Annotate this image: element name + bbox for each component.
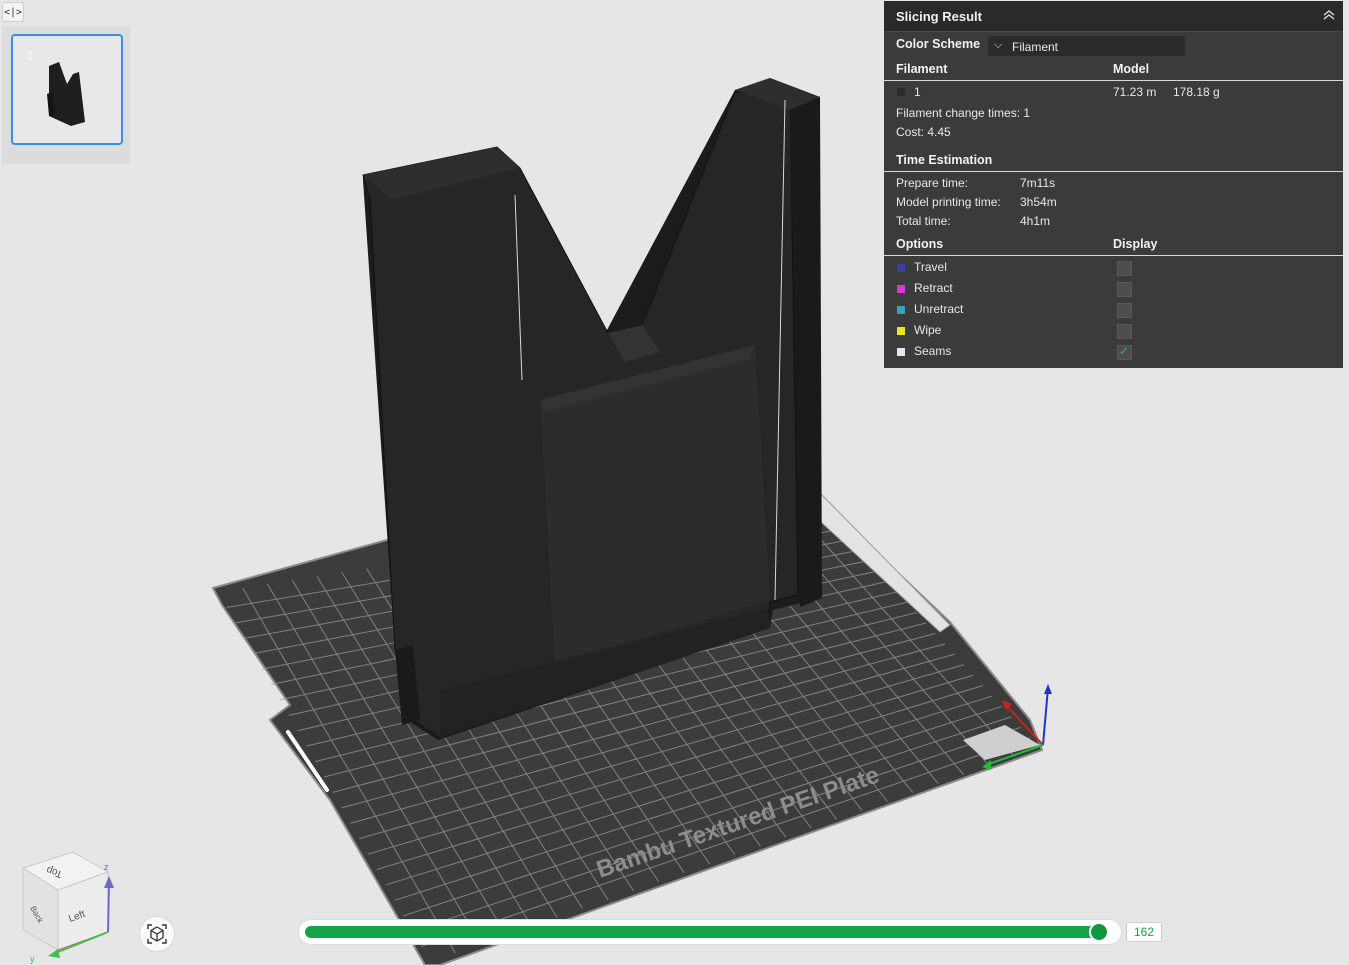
option-checkbox-unretract[interactable] — [1117, 303, 1132, 318]
filament-weight: 178.18 g — [1173, 85, 1220, 99]
layer-slider-fill — [305, 926, 1099, 938]
divider — [884, 171, 1343, 172]
model-printing-time-value: 3h54m — [1020, 195, 1057, 209]
time-estimation-header: Time Estimation — [896, 153, 993, 167]
option-color-swatch — [897, 327, 905, 335]
fit-view-icon — [147, 924, 167, 944]
fit-view-button[interactable] — [139, 916, 175, 952]
color-scheme-value: Filament — [1012, 40, 1059, 54]
model-header: Model — [1113, 62, 1150, 76]
option-color-swatch — [897, 306, 905, 314]
option-label-seams: Seams — [914, 344, 952, 358]
prepare-time-value: 7m11s — [1020, 176, 1056, 190]
option-color-swatch — [897, 348, 905, 356]
layer-value-label: 162 — [1126, 922, 1162, 942]
prepare-time-label: Prepare time: — [896, 176, 969, 190]
plate-thumbnail[interactable]: 1 — [11, 34, 123, 145]
sidebar-toggle-button[interactable]: <|> — [2, 2, 24, 22]
plate-thumbnail-list: 1 — [2, 26, 130, 164]
option-label-retract: Retract — [914, 281, 953, 295]
view-navigation-cube[interactable]: Top Back Left z y — [18, 850, 118, 965]
color-scheme-label: Color Scheme — [896, 37, 981, 51]
option-label-wipe: Wipe — [914, 323, 942, 337]
option-label-travel: Travel — [914, 260, 947, 274]
panel-title: Slicing Result — [896, 9, 982, 24]
panel-header: Slicing Result — [884, 1, 1343, 32]
option-checkbox-wipe[interactable] — [1117, 324, 1132, 339]
divider — [884, 80, 1343, 81]
option-checkbox-retract[interactable] — [1117, 282, 1132, 297]
filament-id: 1 — [914, 85, 921, 99]
collapse-icon[interactable] — [1321, 7, 1337, 23]
display-header: Display — [1113, 237, 1158, 251]
option-color-swatch — [897, 285, 905, 293]
filament-header: Filament — [896, 62, 948, 76]
total-time-label: Total time: — [896, 214, 951, 228]
navcube-y-label: y — [30, 954, 35, 964]
total-time-value: 4h1m — [1020, 214, 1051, 228]
option-checkbox-seams[interactable]: ✓ — [1117, 344, 1132, 360]
filament-color-swatch — [897, 88, 905, 96]
chevron-down-icon: ⌵ — [994, 39, 1003, 51]
layer-slider[interactable] — [299, 920, 1121, 944]
option-color-swatch — [897, 264, 905, 272]
model-printing-time-label: Model printing time: — [896, 195, 1001, 209]
option-label-unretract: Unretract — [914, 302, 964, 316]
plate-thumbnail-image — [47, 62, 85, 126]
slicing-result-panel: Slicing Result Color Scheme ⌵ Filament F… — [884, 1, 1343, 368]
navcube-z-label: z — [104, 862, 109, 872]
filament-length: 71.23 m — [1113, 85, 1157, 99]
options-header: Options — [896, 237, 944, 251]
filament-change-times: Filament change times: 1 — [896, 106, 1031, 120]
option-checkbox-travel[interactable] — [1117, 261, 1132, 276]
cost-text: Cost: 4.45 — [896, 125, 951, 139]
color-scheme-dropdown[interactable]: ⌵ Filament — [988, 36, 1185, 56]
check-icon: ✓ — [1119, 344, 1130, 358]
divider — [884, 255, 1343, 256]
layer-slider-thumb[interactable] — [1088, 922, 1109, 942]
